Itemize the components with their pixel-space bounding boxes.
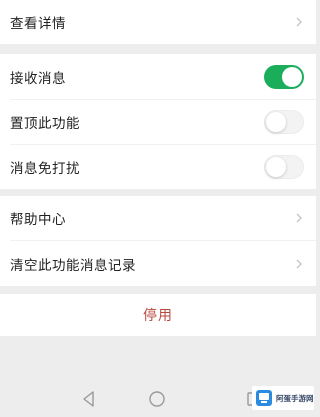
- chevron-right-icon: [296, 259, 302, 268]
- help-group: 帮助中心 清空此功能消息记录: [0, 196, 316, 286]
- do-not-disturb-row: 消息免打扰: [0, 145, 316, 189]
- pin-feature-row: 置顶此功能: [0, 100, 316, 144]
- view-details-row[interactable]: 查看详情: [0, 0, 316, 44]
- receive-messages-toggle[interactable]: [264, 65, 304, 89]
- do-not-disturb-label: 消息免打扰: [10, 161, 80, 177]
- watermark-logo-icon: [256, 390, 272, 406]
- help-center-label: 帮助中心: [10, 212, 66, 228]
- toggle-knob: [266, 157, 286, 177]
- clear-history-row[interactable]: 清空此功能消息记录: [0, 241, 316, 286]
- do-not-disturb-toggle[interactable]: [264, 155, 304, 179]
- help-center-row[interactable]: 帮助中心: [0, 196, 316, 240]
- toggle-knob: [282, 67, 302, 87]
- toggle-knob: [266, 112, 286, 132]
- disable-label: 停用: [143, 308, 173, 324]
- pin-feature-label: 置顶此功能: [10, 116, 80, 132]
- chevron-right-icon: [296, 213, 302, 223]
- chevron-right-icon: [296, 17, 302, 27]
- receive-messages-row: 接收消息: [0, 54, 316, 100]
- clear-history-label: 清空此功能消息记录: [10, 257, 136, 274]
- site-watermark: 阿蛋手游网: [252, 386, 314, 410]
- home-icon[interactable]: [146, 388, 168, 410]
- pin-feature-toggle[interactable]: [264, 110, 304, 134]
- details-group: 查看详情: [0, 0, 316, 44]
- view-details-label: 查看详情: [10, 16, 66, 32]
- back-icon[interactable]: [78, 388, 100, 410]
- message-settings-group: 接收消息 置顶此功能 消息免打扰: [0, 54, 316, 189]
- disable-button[interactable]: 停用: [0, 294, 316, 336]
- receive-messages-label: 接收消息: [10, 71, 66, 87]
- watermark-text: 阿蛋手游网: [276, 393, 314, 403]
